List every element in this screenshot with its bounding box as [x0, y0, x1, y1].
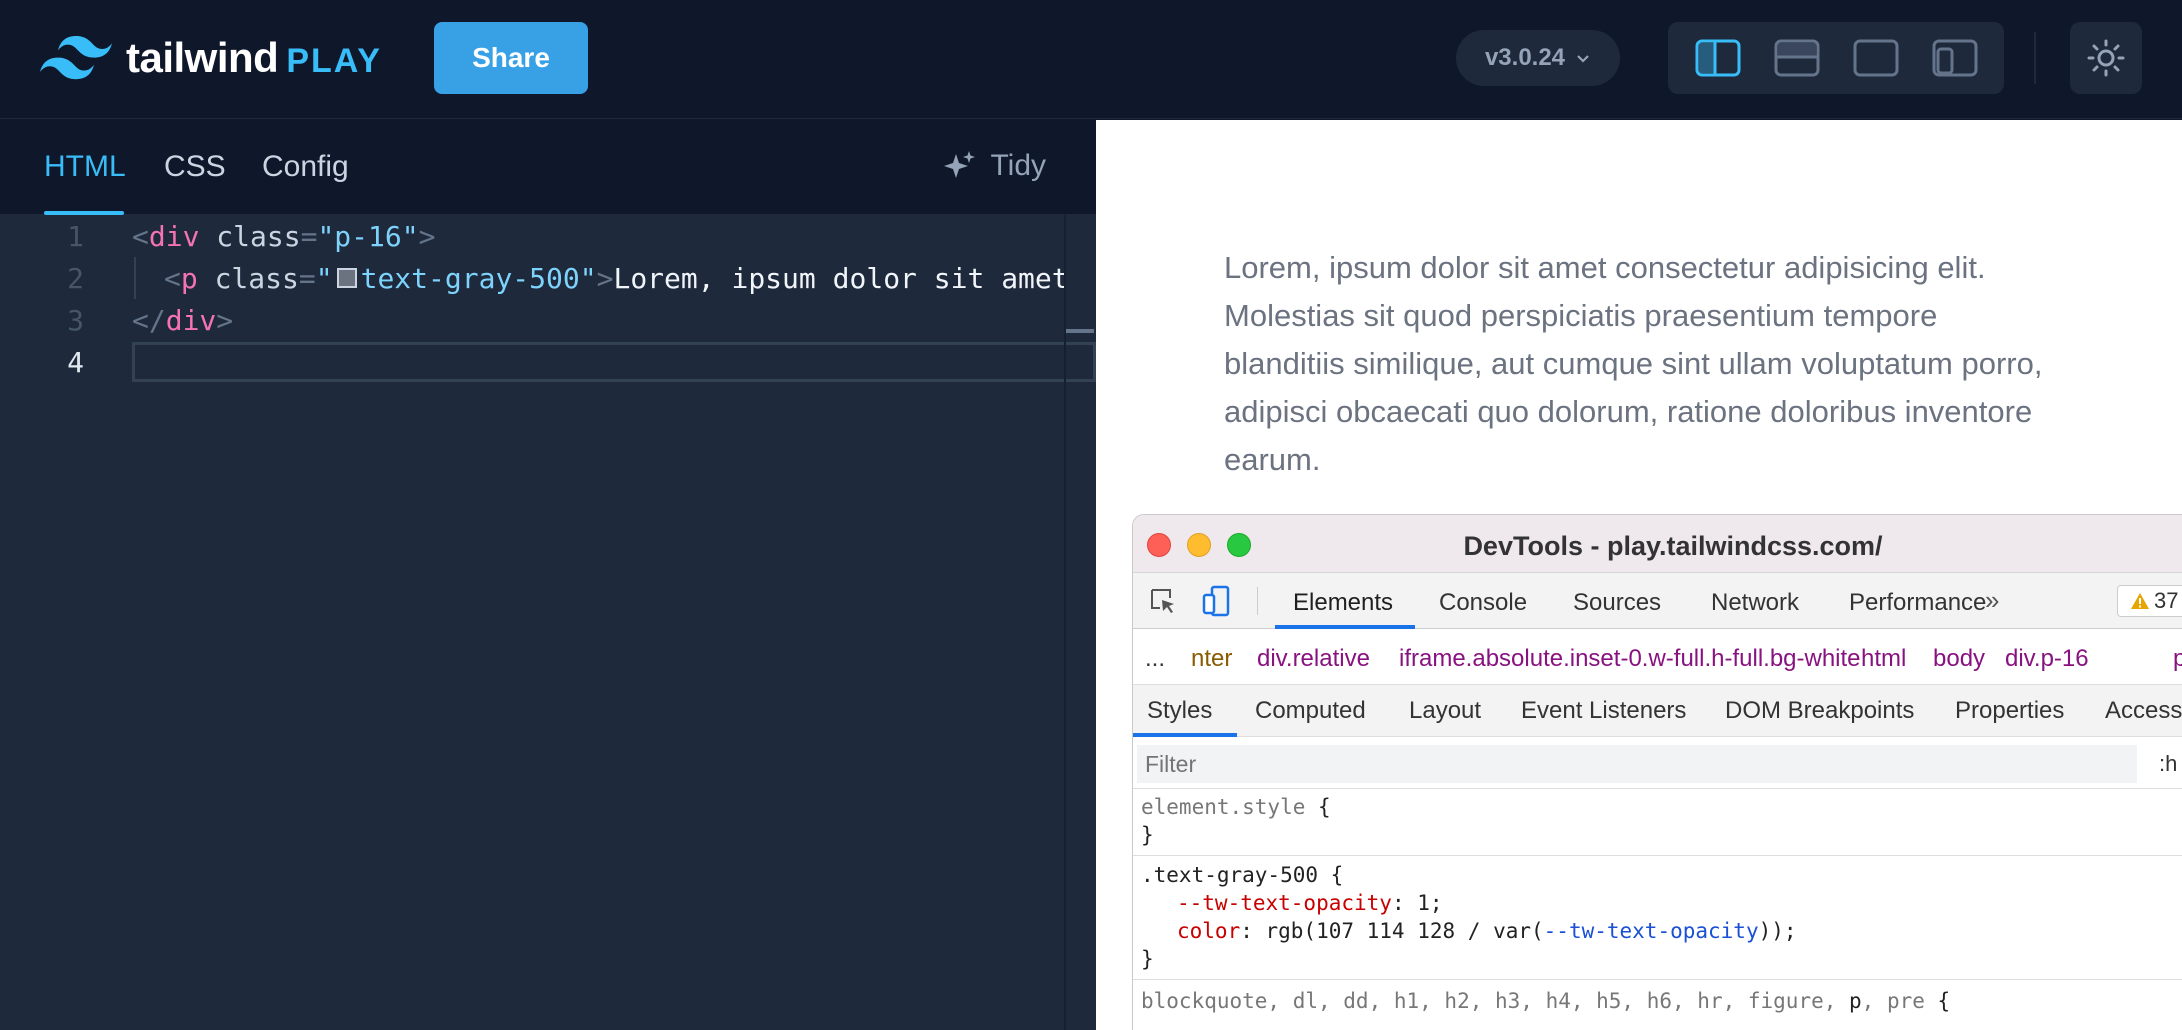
- rule-divider: [1133, 979, 2182, 980]
- code-editor[interactable]: 1 <div class="p-16"> 2 <p class=" text-gr…: [0, 215, 1096, 1030]
- code-line-content: </div>: [132, 303, 234, 337]
- css-declaration[interactable]: --tw-text-opacity: 1;: [1177, 891, 1443, 915]
- more-tabs-button[interactable]: »: [1985, 585, 1999, 616]
- subtab-computed[interactable]: Computed: [1255, 697, 1366, 725]
- rule-text-gray-500[interactable]: .text-gray-500 {: [1141, 863, 1343, 887]
- tab-css[interactable]: CSS: [164, 150, 226, 184]
- hover-state-toggle[interactable]: :h: [2159, 751, 2177, 777]
- tab-network[interactable]: Network: [1711, 589, 1799, 617]
- editor-scrollbar-track[interactable]: [1064, 215, 1066, 1030]
- breadcrumb-item[interactable]: nter: [1191, 645, 1232, 673]
- responsive-icon: [1932, 39, 1977, 77]
- inspect-element-button[interactable]: [1147, 585, 1179, 617]
- line-number: 1: [67, 219, 84, 253]
- styles-filter-bar: :h: [1133, 737, 2182, 789]
- chevron-down-icon: [1577, 55, 1589, 63]
- layout-horizontal-split-button[interactable]: [1771, 36, 1823, 80]
- line-number: 2: [67, 261, 84, 295]
- logo-text: tailwind: [126, 34, 279, 81]
- subtab-accessibility[interactable]: Access: [2105, 697, 2182, 725]
- device-mode-icon: [1202, 585, 1230, 617]
- tailwind-logo-icon: [40, 36, 112, 80]
- inspect-cursor-icon: [1151, 589, 1174, 613]
- warning-icon: [2131, 593, 2149, 609]
- breadcrumb-item[interactable]: div.p-16: [2005, 645, 2089, 673]
- line-number: 4: [67, 345, 84, 379]
- tab-console[interactable]: Console: [1439, 589, 1527, 617]
- subtab-layout[interactable]: Layout: [1409, 697, 1481, 725]
- preview-only-icon: [1853, 39, 1898, 77]
- breadcrumb-item[interactable]: p: [2173, 645, 2182, 673]
- tidy-button[interactable]: Tidy: [942, 148, 1046, 184]
- logo-play-text: PLAY: [286, 41, 382, 80]
- styles-filter-input[interactable]: [1137, 745, 2137, 783]
- tab-sources[interactable]: Sources: [1573, 589, 1661, 617]
- sparkles-icon: [944, 151, 976, 178]
- rule-close-brace: }: [1141, 823, 1154, 847]
- code-line: 3 </div>: [0, 299, 1096, 341]
- tab-performance[interactable]: Performance: [1849, 589, 1986, 617]
- subtab-styles[interactable]: Styles: [1147, 697, 1212, 725]
- code-line: 1 <div class="p-16">: [0, 215, 1096, 257]
- rule-element-style[interactable]: element.style {: [1141, 795, 1331, 819]
- breadcrumb-item[interactable]: div.relative: [1257, 645, 1370, 673]
- code-line-content: <p class=" text-gray-500">Lorem, ipsum do…: [164, 261, 1069, 295]
- breadcrumb-item[interactable]: html: [1861, 645, 1906, 673]
- horizontal-split-icon: [1774, 39, 1819, 77]
- rule-base-elements[interactable]: blockquote, dl, dd, h1, h2, h3, h4, h5, …: [1141, 989, 1950, 1013]
- color-swatch-icon[interactable]: [336, 267, 357, 288]
- layout-toggle-group: [1668, 22, 2004, 94]
- tab-html[interactable]: HTML: [44, 150, 126, 184]
- device-toolbar-button[interactable]: [1201, 585, 1233, 617]
- subtab-properties[interactable]: Properties: [1955, 697, 2064, 725]
- editor-pane: HTML CSS Config Tidy 1 <div class="p-16"…: [0, 120, 1096, 1030]
- line-number: 3: [67, 303, 84, 337]
- theme-toggle-button[interactable]: [2070, 22, 2142, 94]
- version-label: v3.0.24: [1484, 44, 1566, 71]
- code-line: 2 <p class=" text-gray-500">Lorem, ipsum …: [0, 257, 1096, 299]
- toolbar-separator: [1257, 587, 1258, 615]
- devtools-titlebar[interactable]: DevTools - play.tailwindcss.com/: [1133, 515, 2182, 573]
- header-divider: [2034, 32, 2036, 84]
- layout-responsive-button[interactable]: [1929, 36, 1981, 80]
- breadcrumb-item[interactable]: body: [1933, 645, 1985, 673]
- breadcrumb-item[interactable]: iframe.absolute.inset-0.w-full.h-full.bg…: [1399, 645, 1861, 673]
- tidy-label: Tidy: [990, 149, 1046, 182]
- scroll-position-marker[interactable]: [1066, 329, 1094, 333]
- rule-divider: [1133, 855, 2182, 856]
- editor-tabbar: HTML CSS Config Tidy: [0, 120, 1096, 215]
- devtools-title: DevTools - play.tailwindcss.com/: [1463, 531, 1883, 561]
- preview-paragraph: Lorem, ipsum dolor sit amet consectetur …: [1224, 250, 2043, 477]
- css-declaration[interactable]: color: rgb(107 114 128 / var(--tw-text-o…: [1177, 919, 1797, 943]
- subtab-dom-breakpoints[interactable]: DOM Breakpoints: [1725, 697, 1914, 725]
- tab-config[interactable]: Config: [262, 150, 349, 184]
- styles-subtabs: Styles Computed Layout Event Listeners D…: [1133, 685, 2182, 737]
- layout-preview-only-button[interactable]: [1850, 36, 1902, 80]
- tailwind-play-logo[interactable]: tailwind PLAY: [40, 30, 382, 86]
- share-button[interactable]: Share: [434, 22, 588, 94]
- layout-vertical-split-button[interactable]: [1692, 36, 1744, 80]
- code-line-content: <div class="p-16">: [132, 219, 436, 253]
- devtools-window: DevTools - play.tailwindcss.com/ Element…: [1132, 514, 2182, 1030]
- devtools-toolbar: Elements Console Sources Network Perform…: [1133, 573, 2182, 629]
- warnings-badge[interactable]: 37: [2117, 585, 2182, 617]
- sun-icon: [2087, 39, 2125, 77]
- warnings-count: 37: [2154, 588, 2179, 613]
- subtab-event-listeners[interactable]: Event Listeners: [1521, 697, 1686, 725]
- tab-elements[interactable]: Elements: [1293, 589, 1393, 617]
- active-line-highlight: [132, 342, 1096, 382]
- vertical-split-icon: [1695, 39, 1740, 77]
- dom-breadcrumb: ... nter div.relative iframe.absolute.in…: [1133, 629, 2182, 685]
- rule-close-brace: }: [1141, 947, 1154, 971]
- breadcrumb-ellipsis[interactable]: ...: [1145, 645, 1165, 673]
- app-header: tailwind PLAY Share v3.0.24: [0, 0, 2182, 119]
- version-select[interactable]: v3.0.24: [1456, 30, 1620, 86]
- styles-rules-list: element.style { } .text-gray-500 { --tw-…: [1133, 789, 2182, 1030]
